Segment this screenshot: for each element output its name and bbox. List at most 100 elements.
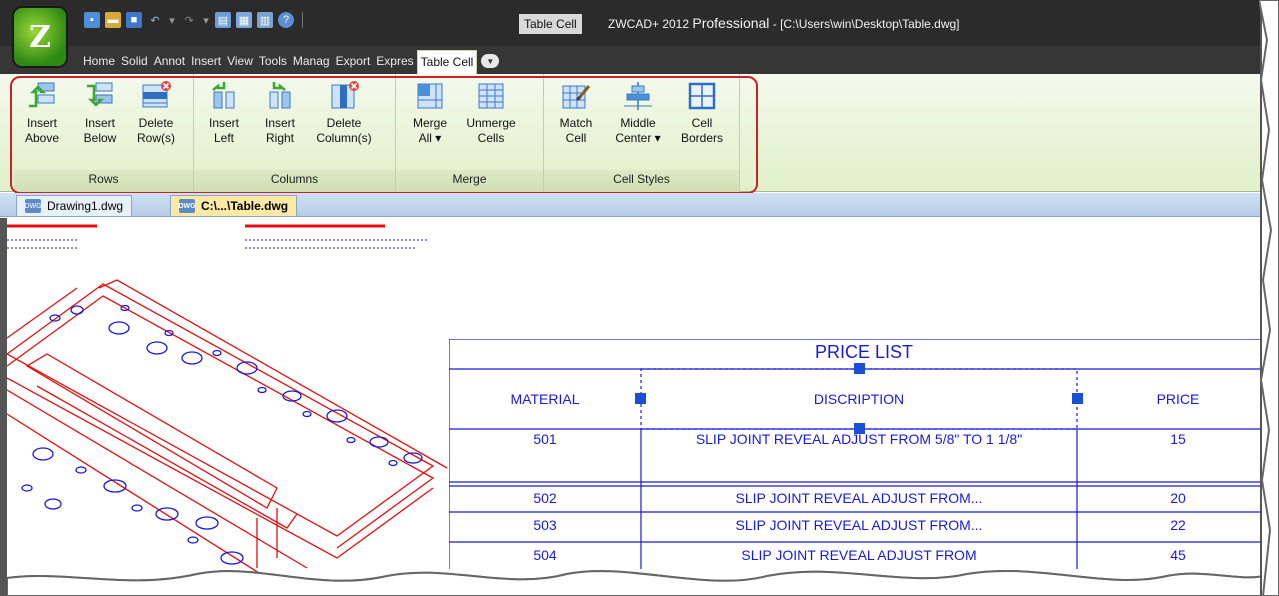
insert-below-label: Insert Below xyxy=(83,116,117,145)
panel-merge-label: Merge xyxy=(452,172,487,186)
insert-left-label: Insert Left xyxy=(208,116,239,145)
redo-dropdown-icon[interactable]: ▾ xyxy=(202,12,210,28)
panel-merge: Merge All ▾ Unmerge Cells Merge xyxy=(396,74,544,192)
undo-icon[interactable]: ↶ xyxy=(147,12,163,28)
window-title: ZWCAD+ 2012 Professional - [C:\Users\win… xyxy=(608,14,960,33)
cell-price[interactable]: 15 xyxy=(1077,431,1260,447)
insert-left-button[interactable]: Insert Left xyxy=(198,80,250,146)
merge-all-label: Merge All ▾ xyxy=(412,116,447,145)
tab-express[interactable]: Expres xyxy=(373,50,416,74)
drawing-canvas[interactable]: PRICE LIST MATERIAL DISCRIPTION PRICE 50… xyxy=(0,218,1260,596)
ribbon-tab-row: Home Solid Annot Insert View Tools Manag… xyxy=(0,46,1260,74)
match-cell-label: Match Cell xyxy=(559,116,593,145)
cell-price[interactable]: 22 xyxy=(1077,517,1260,533)
file-path: - [C:\Users\win\Desktop\Table.dwg] xyxy=(772,17,960,31)
doc-tab-label: C:\...\Table.dwg xyxy=(201,199,289,213)
tab-export[interactable]: Export xyxy=(333,50,374,74)
app-logo[interactable]: Z xyxy=(14,8,66,66)
document-tab-bar: DWG Drawing1.dwg DWG C:\...\Table.dwg xyxy=(0,193,1260,217)
app-name: ZWCAD+ 2012 xyxy=(608,17,690,31)
unmerge-cells-button[interactable]: Unmerge Cells xyxy=(460,80,522,146)
cell-material[interactable]: 502 xyxy=(449,490,641,506)
insert-left-icon xyxy=(212,82,235,109)
delete-columns-label: Delete Column(s) xyxy=(316,116,372,145)
tab-tools[interactable]: Tools xyxy=(256,50,290,74)
ribbon-minimize-icon[interactable]: ▼ xyxy=(481,54,500,68)
help-icon[interactable]: ? xyxy=(278,12,294,28)
price-table-grid xyxy=(449,339,1260,569)
middle-center-button[interactable]: Middle Center ▾ xyxy=(608,80,668,146)
publish-icon[interactable]: ▥ xyxy=(257,12,273,28)
app-edition: Professional xyxy=(692,15,770,31)
delete-rows-icon xyxy=(142,81,171,108)
cell-description[interactable]: SLIP JOINT REVEAL ADJUST FROM... xyxy=(641,517,1077,533)
doc-tab-table[interactable]: DWG C:\...\Table.dwg xyxy=(170,195,298,216)
cell-borders-icon xyxy=(688,82,716,110)
tab-view[interactable]: View xyxy=(224,50,256,74)
delete-columns-icon xyxy=(331,81,359,109)
match-cell-icon xyxy=(562,85,591,109)
cell-borders-button[interactable]: Cell Borders xyxy=(676,80,728,146)
ribbon: Insert Above Insert Below Delete Row(s) … xyxy=(0,74,1260,192)
middle-center-icon xyxy=(624,82,652,110)
tab-home[interactable]: Home xyxy=(80,50,118,74)
insert-below-button[interactable]: Insert Below xyxy=(74,80,126,146)
new-icon[interactable]: ▪ xyxy=(84,12,100,28)
cell-description[interactable]: SLIP JOINT REVEAL ADJUST FROM 5/8" TO 1 … xyxy=(641,431,1077,447)
tab-annot[interactable]: Annot xyxy=(151,50,188,74)
match-cell-button[interactable]: Match Cell xyxy=(550,80,602,146)
merge-all-button[interactable]: Merge All ▾ xyxy=(404,80,456,146)
merge-all-icon xyxy=(417,83,443,109)
torn-right-edge xyxy=(1259,0,1279,596)
delete-rows-button[interactable]: Delete Row(s) xyxy=(130,80,182,146)
table-title: PRICE LIST xyxy=(814,342,914,362)
doc-tab-label: Drawing1.dwg xyxy=(47,199,124,213)
zwcad-window: Z ▪ ▬ ■ ↶ ▾ ↷ ▾ ▤ ▦ ▥ ? Table Cell ZWCAD… xyxy=(0,0,1262,596)
quick-access-toolbar: ▪ ▬ ■ ↶ ▾ ↷ ▾ ▤ ▦ ▥ ? xyxy=(84,12,306,28)
title-bar: Z ▪ ▬ ■ ↶ ▾ ↷ ▾ ▤ ▦ ▥ ? Table Cell ZWCAD… xyxy=(0,0,1260,66)
tab-insert[interactable]: Insert xyxy=(188,50,224,74)
insert-above-label: Insert Above xyxy=(24,116,60,145)
redo-icon[interactable]: ↷ xyxy=(181,12,197,28)
insert-below-icon xyxy=(87,82,113,107)
insert-above-icon xyxy=(29,82,55,108)
panel-rows-label: Rows xyxy=(88,172,119,186)
cell-description[interactable]: SLIP JOINT REVEAL ADJUST FROM... xyxy=(641,490,1077,506)
unmerge-cells-icon xyxy=(478,83,504,109)
unmerge-cells-label: Unmerge Cells xyxy=(466,116,516,145)
tab-table-cell[interactable]: Table Cell xyxy=(416,50,478,74)
panel-cell-styles-label: Cell Styles xyxy=(613,172,670,186)
panel-columns-label: Columns xyxy=(270,172,319,186)
panel-columns: Insert Left Insert Right Delete Column(s… xyxy=(194,74,396,192)
torn-edge-overlay xyxy=(7,569,1260,596)
cell-price[interactable]: 20 xyxy=(1077,490,1260,506)
insert-above-button[interactable]: Insert Above xyxy=(16,80,68,146)
header-material[interactable]: MATERIAL xyxy=(449,391,641,407)
context-tab-title: Table Cell xyxy=(519,14,582,34)
plot-icon[interactable]: ▦ xyxy=(236,12,252,28)
tab-manage[interactable]: Manag xyxy=(290,50,333,74)
panel-cell-styles: Match Cell Middle Center ▾ Cell Borders … xyxy=(544,74,740,192)
print-icon[interactable]: ▤ xyxy=(215,12,231,28)
dwg-file-icon: DWG xyxy=(178,199,196,213)
cell-material[interactable]: 503 xyxy=(449,517,641,533)
middle-center-label: Middle Center ▾ xyxy=(615,116,661,145)
panel-rows: Insert Above Insert Below Delete Row(s) … xyxy=(14,74,194,192)
doc-tab-drawing1[interactable]: DWG Drawing1.dwg xyxy=(16,195,133,216)
cell-grip-top xyxy=(854,363,865,374)
delete-rows-label: Delete Row(s) xyxy=(137,116,175,145)
insert-right-icon xyxy=(269,82,291,109)
header-description[interactable]: DISCRIPTION xyxy=(641,391,1077,407)
dwg-file-icon: DWG xyxy=(24,199,42,213)
cell-material[interactable]: 501 xyxy=(449,431,641,447)
header-price[interactable]: PRICE xyxy=(1077,391,1260,407)
isometric-part-drawing xyxy=(7,279,448,579)
qat-separator xyxy=(302,12,303,28)
delete-columns-button[interactable]: Delete Column(s) xyxy=(314,80,374,146)
insert-right-button[interactable]: Insert Right xyxy=(254,80,306,146)
open-icon[interactable]: ▬ xyxy=(105,12,121,28)
save-icon[interactable]: ■ xyxy=(126,12,142,28)
cell-borders-label: Cell Borders xyxy=(680,116,724,145)
tab-solid[interactable]: Solid xyxy=(118,50,151,74)
undo-dropdown-icon[interactable]: ▾ xyxy=(168,12,176,28)
